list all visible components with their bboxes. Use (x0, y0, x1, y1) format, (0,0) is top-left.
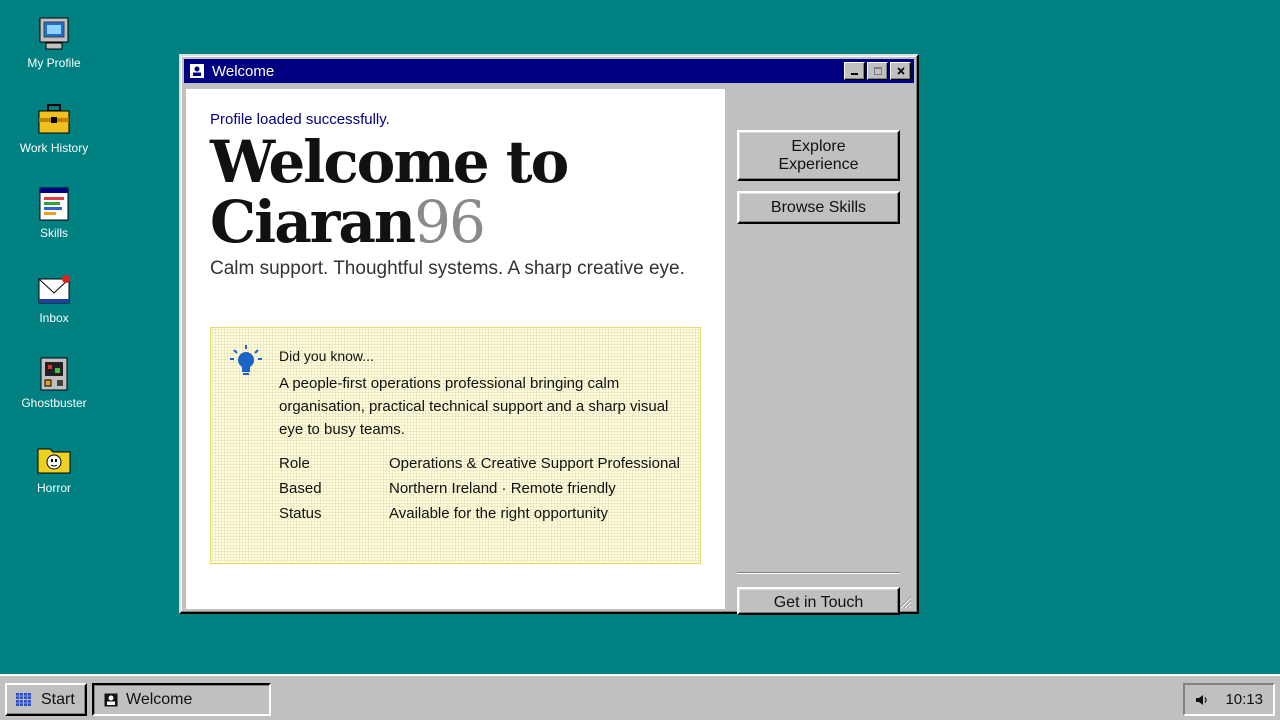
desktop-icon-ghostbuster[interactable]: Ghostbuster (14, 356, 94, 410)
skills-document-icon (39, 187, 69, 221)
ghost-folder-icon (37, 448, 71, 474)
windows-logo-icon (16, 692, 31, 706)
desktop-icon-label: Horror (36, 481, 71, 495)
tagline: Calm support. Thoughtful systems. A shar… (210, 258, 685, 279)
desktop-icon-label: My Profile (27, 56, 81, 70)
fact-row-role: Role Operations & Creative Support Profe… (279, 455, 680, 473)
window-title: Welcome (212, 62, 275, 80)
get-in-touch-button[interactable]: Get in Touch (737, 587, 900, 615)
button-label: Get in Touch (773, 594, 864, 611)
profile-card-icon (104, 693, 118, 706)
headline-name: Ciaran (210, 188, 416, 256)
fact-label: Role (279, 455, 310, 472)
taskbar-item-welcome[interactable]: Welcome (92, 683, 271, 716)
fact-value: Northern Ireland · Remote friendly (389, 480, 616, 497)
lightbulb-icon (230, 345, 262, 375)
minimize-icon (850, 73, 858, 75)
computer-icon (39, 17, 69, 50)
fact-row-based: Based Northern Ireland · Remote friendly (279, 480, 680, 498)
tip-heading: Did you know... (279, 348, 374, 364)
resize-grip-icon[interactable] (898, 595, 912, 609)
minimize-button[interactable] (844, 62, 865, 80)
desktop-icon-label: Ghostbuster (21, 396, 87, 410)
headline-number: 96 (414, 188, 486, 256)
did-you-know-panel: Did you know... A people-first operation… (210, 327, 701, 564)
button-label-line1: Explore (791, 138, 846, 155)
taskbar-item-label: Welcome (126, 690, 193, 708)
speaker-icon[interactable] (1195, 693, 1209, 707)
desktop-icon-my-profile[interactable]: My Profile (14, 16, 94, 70)
welcome-content: Profile loaded successfully. Welcome to … (186, 89, 725, 609)
browse-skills-button[interactable]: Browse Skills (737, 191, 900, 224)
desktop-icon-label: Inbox (39, 311, 69, 325)
desktop-icon-inbox[interactable]: Inbox (14, 271, 94, 325)
clock[interactable]: 10:13 (1225, 691, 1263, 708)
close-icon (896, 67, 905, 75)
fact-value: Available for the right opportunity (389, 505, 609, 522)
desktop-icon-label: Skills (39, 226, 68, 240)
start-button[interactable]: Start (5, 683, 87, 716)
game-machine-icon (40, 357, 68, 391)
taskbar: Start Welcome 10:13 (0, 674, 1280, 720)
welcome-window[interactable]: Welcome Profile loaded successfully. Wel… (179, 54, 919, 615)
briefcase-icon (38, 104, 70, 134)
close-button[interactable] (890, 62, 911, 80)
desktop-icon-horror[interactable]: Horror (14, 441, 94, 495)
mail-icon (38, 275, 70, 304)
headline-line1: Welcome to (210, 128, 569, 196)
tip-body: A people-first operations professional b… (279, 375, 669, 438)
desktop-icon-skills[interactable]: Skills (14, 186, 94, 240)
fact-row-status: Status Available for the right opportuni… (279, 505, 680, 523)
window-titlebar[interactable]: Welcome (184, 59, 914, 83)
system-tray: 10:13 (1183, 683, 1275, 716)
profile-card-icon (190, 64, 204, 78)
maximize-icon (873, 67, 882, 75)
start-label: Start (41, 690, 75, 708)
fact-label: Based (279, 480, 322, 497)
button-label: Browse Skills (770, 199, 867, 216)
status-message: Profile loaded successfully. (210, 111, 390, 128)
maximize-button[interactable] (867, 62, 888, 80)
sidebar-divider (737, 572, 900, 574)
fact-label: Status (279, 505, 322, 522)
window-body: Profile loaded successfully. Welcome to … (186, 89, 912, 615)
explore-experience-button[interactable]: Explore Experience (737, 130, 900, 181)
profile-facts: Role Operations & Creative Support Profe… (279, 455, 680, 523)
desktop-icon-work-history[interactable]: Work History (14, 101, 94, 155)
action-sidebar: Explore Experience Browse Skills Get in … (725, 89, 912, 615)
page-title: Welcome to Ciaran96 (210, 132, 701, 252)
fact-value: Operations & Creative Support Profession… (389, 455, 680, 472)
button-label-line2: Experience (778, 156, 859, 173)
desktop-icon-label: Work History (19, 141, 89, 155)
